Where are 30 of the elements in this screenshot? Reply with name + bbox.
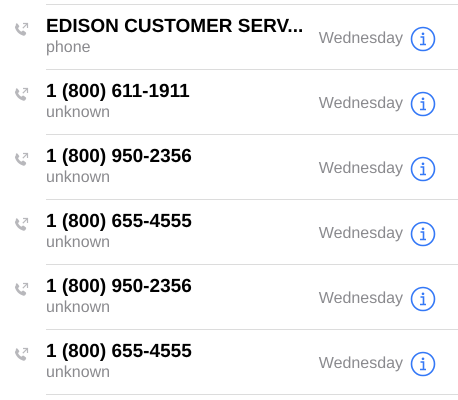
outgoing-call-icon: [13, 22, 29, 38]
call-day: Wednesday: [318, 355, 403, 373]
caller-name: 1 (800) 611-1911: [46, 80, 191, 102]
call-day: Wednesday: [318, 160, 403, 178]
number-label: unknown: [46, 168, 112, 186]
caller-name: EDISON CUSTOMER SERV...: [46, 16, 304, 38]
number-label: phone: [46, 38, 92, 56]
number-label: unknown: [46, 234, 112, 252]
number-label: unknown: [46, 298, 112, 316]
number-label: unknown: [46, 364, 112, 382]
call-day: Wednesday: [318, 95, 403, 113]
outgoing-call-icon: [13, 347, 29, 363]
info-icon[interactable]: [410, 156, 436, 182]
info-icon[interactable]: [410, 221, 436, 247]
call-day: Wednesday: [318, 225, 403, 243]
caller-name: 1 (800) 950-2356: [46, 276, 193, 298]
outgoing-call-icon: [13, 217, 29, 233]
caller-name: 1 (800) 950-2356: [46, 146, 193, 168]
number-label: unknown: [46, 104, 112, 122]
caller-name: 1 (800) 655-4555: [46, 340, 193, 362]
info-icon[interactable]: [410, 286, 436, 312]
caller-name: 1 (800) 655-4555: [46, 210, 193, 232]
call-day: Wednesday: [318, 290, 403, 308]
outgoing-call-icon: [13, 87, 29, 103]
outgoing-call-icon: [13, 152, 29, 168]
outgoing-call-icon: [13, 282, 29, 298]
call-day: Wednesday: [318, 30, 403, 48]
info-icon[interactable]: [410, 351, 436, 377]
info-icon[interactable]: [410, 26, 436, 52]
info-icon[interactable]: [410, 91, 436, 117]
